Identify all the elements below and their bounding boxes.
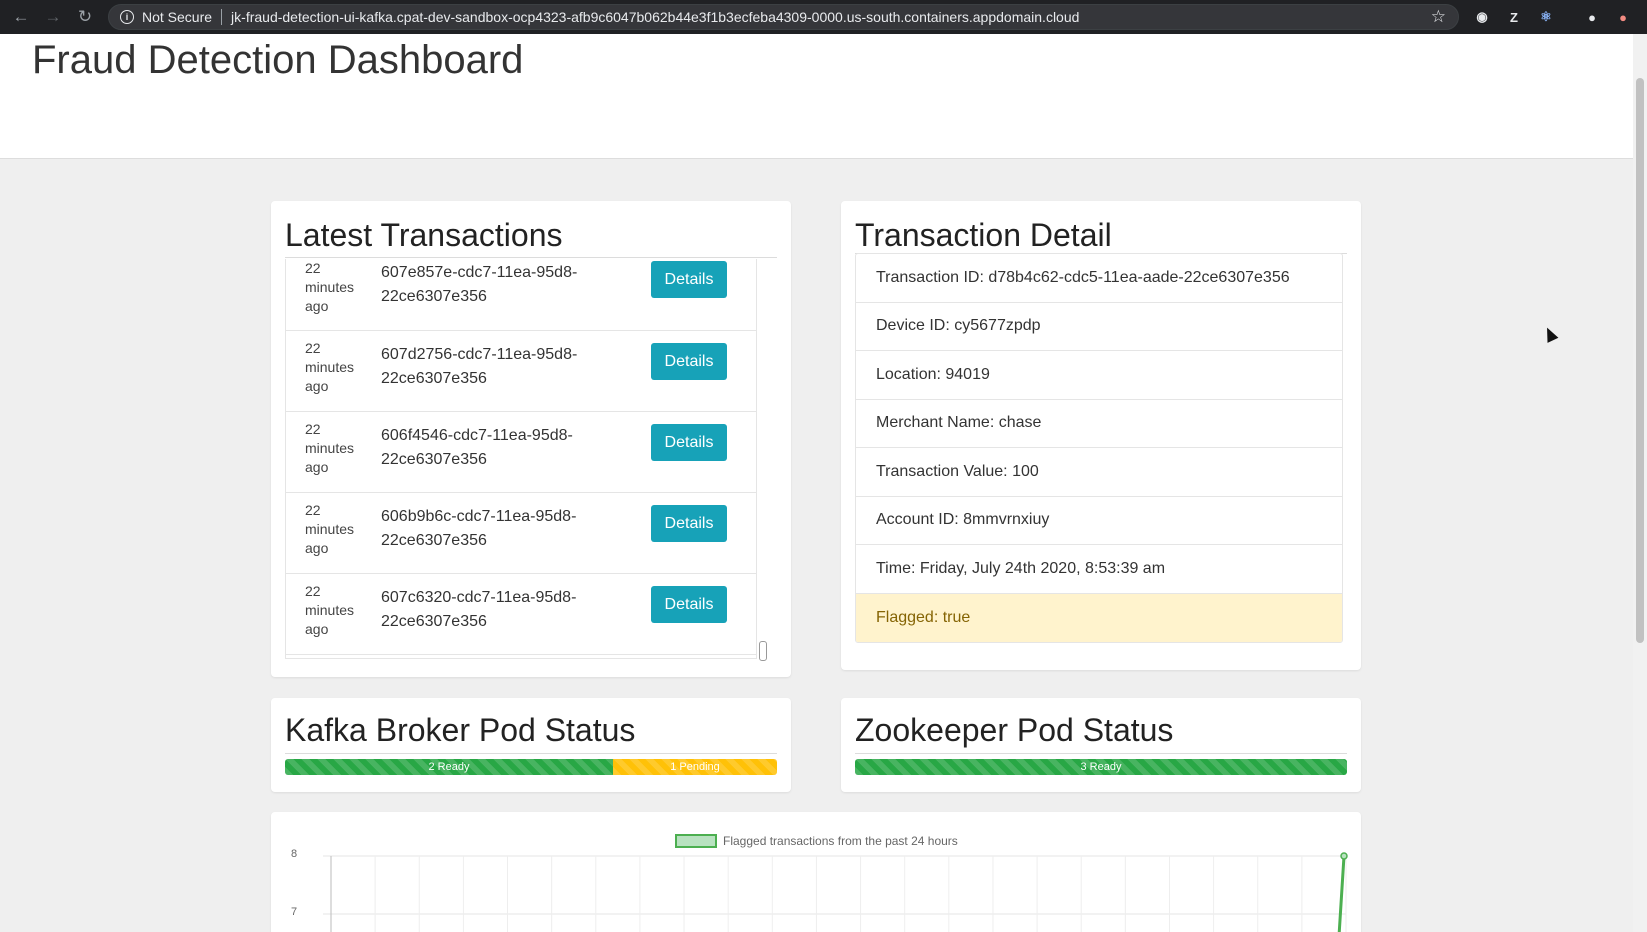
transaction-detail-list: Transaction ID: d78b4c62-cdc5-11ea-aade-… — [855, 253, 1343, 643]
title-divider — [285, 753, 777, 754]
browser-toolbar: ← → ↻ i Not Secure jk-fraud-detection-ui… — [0, 0, 1647, 34]
transaction-list[interactable]: 22 minutes ago 607e857e-cdc7-11ea-95d8-2… — [285, 259, 757, 659]
reload-icon[interactable]: ↻ — [70, 0, 100, 34]
transaction-time: 22 minutes ago — [305, 502, 355, 556]
detail-merchant-name: Merchant Name: chase — [856, 400, 1342, 448]
z-extension-icon[interactable]: Z — [1505, 8, 1523, 26]
zookeeper-status-title: Zookeeper Pod Status — [855, 712, 1174, 748]
transaction-time: 22 minutes ago — [305, 421, 355, 475]
transaction-time: 22 minutes ago — [305, 260, 355, 314]
detail-transaction-value: Transaction Value: 100 — [856, 448, 1342, 497]
transaction-time: 22 minutes ago — [305, 583, 355, 637]
title-divider — [855, 753, 1347, 754]
transaction-id: 607e857e-cdc7-11ea-95d8-22ce6307e356 — [381, 264, 578, 305]
details-button[interactable]: Details — [651, 505, 727, 542]
kafka-ready-segment: 2 Ready — [285, 759, 613, 775]
transaction-id: 607d2756-cdc7-11ea-95d8-22ce6307e356 — [381, 346, 578, 387]
page-scrollbar-thumb[interactable] — [1636, 78, 1644, 643]
table-row: 22 minutes ago 606f4546-cdc7-11ea-95d8-2… — [286, 412, 756, 493]
page-header: Fraud Detection Dashboard — [0, 34, 1633, 159]
url-text: jk-fraud-detection-ui-kafka.cpat-dev-san… — [231, 9, 1080, 25]
zookeeper-pod-progress: 3 Ready — [855, 759, 1347, 775]
latest-transactions-card: Latest Transactions 22 minutes ago 607e8… — [271, 201, 791, 677]
zookeeper-status-card: Zookeeper Pod Status 3 Ready — [841, 698, 1361, 792]
update-menu-icon[interactable]: ● — [1614, 8, 1632, 26]
transaction-id: 606b9b6c-cdc7-11ea-95d8-22ce6307e356 — [381, 508, 577, 549]
kafka-status-title: Kafka Broker Pod Status — [285, 712, 636, 748]
table-row: 22 minutes ago 606b9b6c-cdc7-11ea-95d8-2… — [286, 493, 756, 574]
page-content: Fraud Detection Dashboard Latest Transac… — [0, 34, 1633, 932]
detail-account-id: Account ID: 8mmvrnxiuy — [856, 497, 1342, 545]
back-arrow-icon[interactable]: ← — [6, 0, 36, 34]
transaction-list-scrollbar[interactable] — [759, 641, 767, 661]
table-row: 22 minutes ago 607e857e-cdc7-11ea-95d8-2… — [286, 259, 756, 331]
kafka-pending-segment: 1 Pending — [613, 759, 777, 775]
transaction-detail-title: Transaction Detail — [855, 217, 1112, 253]
table-row: 22 minutes ago 607c6320-cdc7-11ea-95d8-2… — [286, 574, 756, 655]
flagged-chart-card: Flagged transactions from the past 24 ho… — [271, 812, 1361, 932]
detail-time: Time: Friday, July 24th 2020, 8:53:39 am — [856, 545, 1342, 594]
react-extension-icon[interactable]: ⚛ — [1537, 8, 1555, 26]
info-icon[interactable]: i — [120, 10, 134, 24]
details-button[interactable]: Details — [651, 586, 727, 623]
address-bar[interactable]: i Not Secure jk-fraud-detection-ui-kafka… — [108, 4, 1459, 30]
details-button[interactable]: Details — [651, 261, 727, 298]
forward-arrow-icon[interactable]: → — [38, 0, 68, 34]
transaction-time: 22 minutes ago — [305, 340, 355, 394]
details-button[interactable]: Details — [651, 424, 727, 461]
address-divider — [221, 9, 223, 25]
flagged-transactions-chart — [323, 852, 1348, 932]
table-row: 22 minutes ago 607d2756-cdc7-11ea-95d8-2… — [286, 331, 756, 412]
detail-transaction-id: Transaction ID: d78b4c62-cdc5-11ea-aade-… — [856, 254, 1342, 303]
kafka-pod-progress: 2 Ready 1 Pending — [285, 759, 777, 775]
transaction-detail-card: Transaction Detail Transaction ID: d78b4… — [841, 201, 1361, 670]
bookmark-star-icon[interactable]: ☆ — [1431, 7, 1446, 27]
record-extension-icon[interactable]: ◉ — [1473, 8, 1491, 26]
flagged-status: Flagged: true — [856, 593, 1342, 642]
zookeeper-ready-segment: 3 Ready — [855, 759, 1347, 775]
latest-transactions-title: Latest Transactions — [285, 217, 563, 253]
page-scrollbar[interactable] — [1633, 34, 1647, 932]
transaction-id: 606f4546-cdc7-11ea-95d8-22ce6307e356 — [381, 427, 573, 468]
page-title: Fraud Detection Dashboard — [32, 38, 524, 82]
profile-avatar-icon[interactable]: ● — [1583, 8, 1601, 26]
detail-device-id: Device ID: cy5677zpdp — [856, 303, 1342, 351]
detail-location: Location: 94019 — [856, 351, 1342, 400]
security-label: Not Secure — [142, 9, 213, 25]
series-line — [1337, 855, 1346, 932]
title-divider — [285, 257, 777, 258]
details-button[interactable]: Details — [651, 343, 727, 380]
kafka-status-card: Kafka Broker Pod Status 2 Ready 1 Pendin… — [271, 698, 791, 792]
transaction-id: 607c6320-cdc7-11ea-95d8-22ce6307e356 — [381, 589, 577, 630]
data-point[interactable] — [1340, 852, 1348, 860]
